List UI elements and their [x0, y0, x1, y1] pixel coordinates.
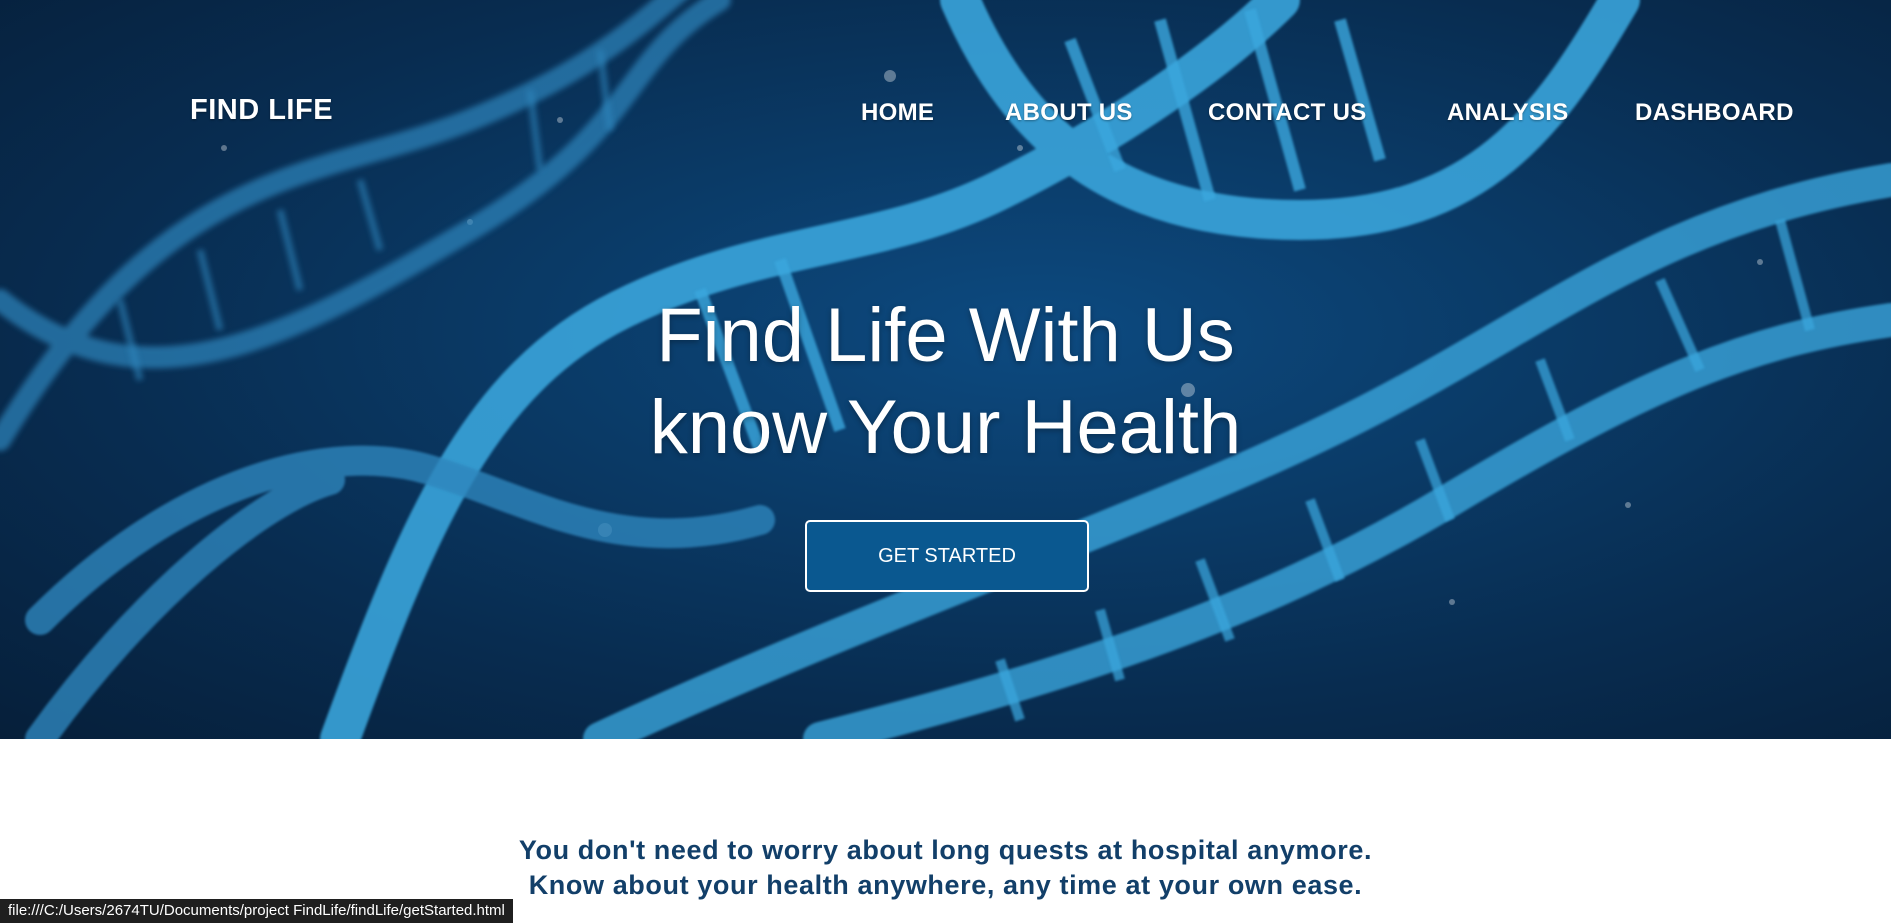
tagline-line2: Know about your health anywhere, any tim…: [528, 870, 1363, 900]
hero-headline-line2: know Your Health: [649, 385, 1242, 470]
nav-analysis[interactable]: ANALYSIS: [1447, 99, 1569, 127]
nav-contact-us[interactable]: CONTACT US: [1208, 99, 1367, 127]
nav-about-us[interactable]: ABOUT US: [1005, 99, 1133, 127]
nav-dashboard[interactable]: DASHBOARD: [1635, 99, 1794, 127]
hero-headline: Find Life With Us know Your Health: [0, 290, 1891, 474]
nav-home[interactable]: HOME: [861, 99, 934, 127]
get-started-button[interactable]: GET STARTED: [805, 520, 1089, 592]
hero-headline-line1: Find Life With Us: [656, 293, 1235, 378]
tagline-line1: You don't need to worry about long quest…: [518, 835, 1373, 865]
status-bar-url: file:///C:/Users/2674TU/Documents/projec…: [0, 899, 513, 923]
hero-section: FIND LIFE HOME ABOUT US CONTACT US ANALY…: [0, 0, 1891, 739]
tagline: You don't need to worry about long quest…: [0, 833, 1891, 903]
main-nav: HOME ABOUT US CONTACT US ANALYSIS DASHBO…: [0, 99, 1891, 133]
